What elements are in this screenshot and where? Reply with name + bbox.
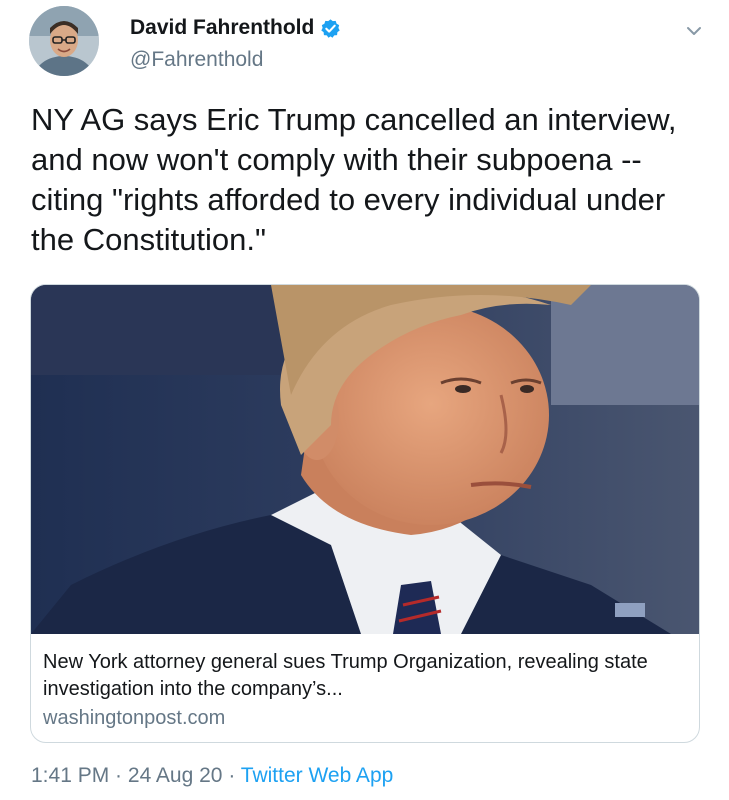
tweet-text: NY AG says Eric Trump cancelled an inter… xyxy=(31,102,677,257)
tweet-time[interactable]: 1:41 PM xyxy=(31,764,109,787)
avatar-image xyxy=(29,6,99,76)
meta-separator: · xyxy=(222,764,241,787)
author-handle[interactable]: @Fahrenthold xyxy=(130,48,263,72)
card-title[interactable]: New York attorney general sues Trump Org… xyxy=(43,649,689,703)
card-domain: washingtonpost.com xyxy=(43,707,226,729)
verified-badge-icon xyxy=(320,18,341,39)
card-image xyxy=(31,285,699,634)
avatar[interactable] xyxy=(29,6,99,76)
tweet-source-app[interactable]: Twitter Web App xyxy=(241,764,394,787)
tweet-date[interactable]: 24 Aug 20 xyxy=(128,764,223,787)
tweet-meta: 1:41 PM · 24 Aug 20 · Twitter Web App xyxy=(31,764,393,788)
author-display-name[interactable]: David Fahrenthold xyxy=(130,16,314,40)
meta-separator: · xyxy=(109,764,128,787)
author-name-row[interactable]: David Fahrenthold xyxy=(130,16,341,40)
chevron-down-icon[interactable] xyxy=(683,20,705,42)
link-card[interactable]: New York attorney general sues Trump Org… xyxy=(30,284,700,743)
